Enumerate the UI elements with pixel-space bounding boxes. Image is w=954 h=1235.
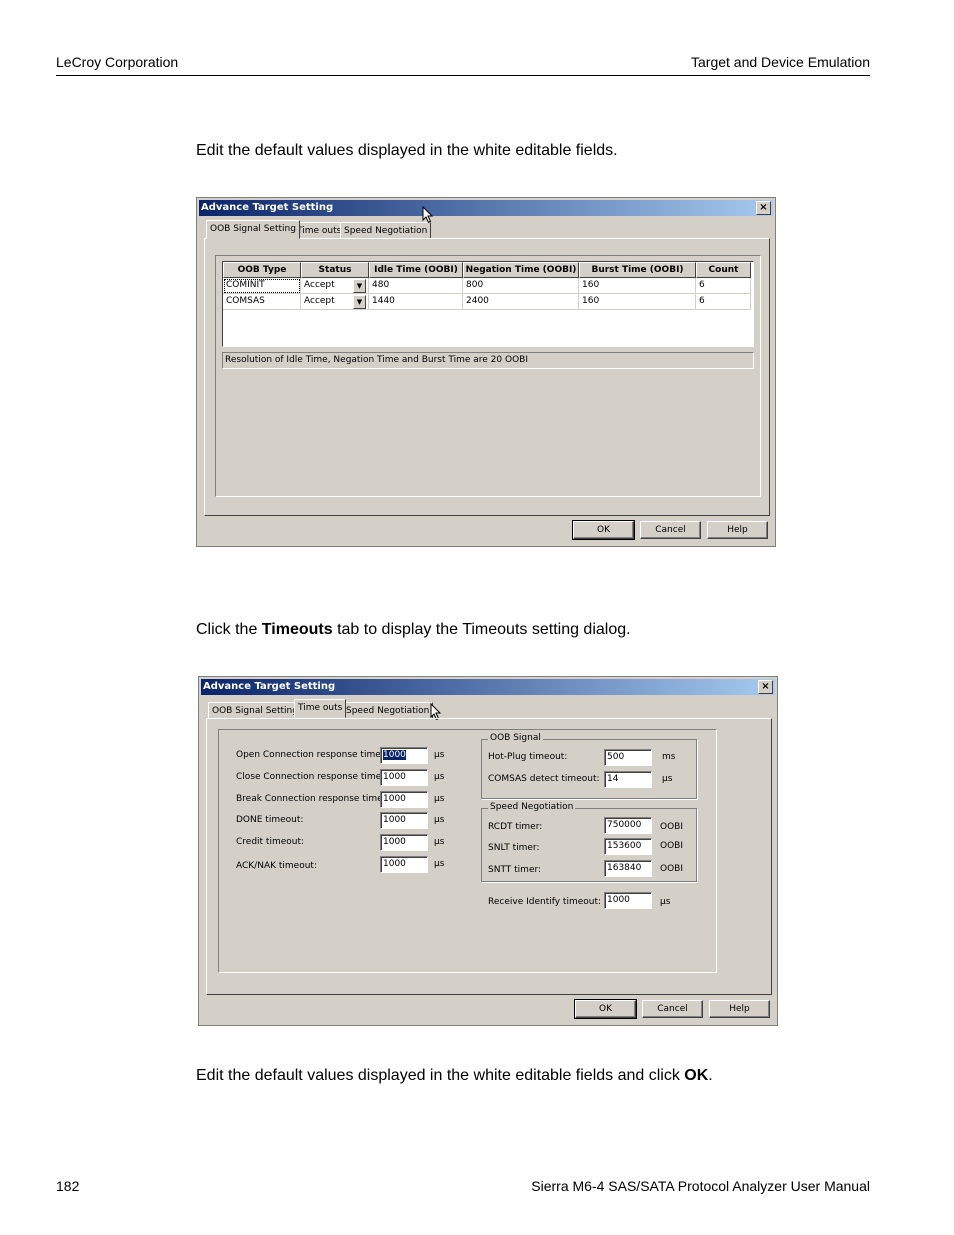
tab-time-outs[interactable]: Time outs [294, 699, 347, 718]
cell-count[interactable]: 6 [696, 278, 751, 294]
receive-identify-timeout-unit: µs [660, 897, 671, 907]
tab-panel: OOB Type Status Idle Time (OOBI) Negatio… [204, 238, 770, 516]
ack-nak-timeout-label: ACK/NAK timeout: [236, 861, 317, 871]
instruction-3-bold: OK [684, 1067, 709, 1084]
sntt-timer-input[interactable]: 163840 [604, 860, 652, 877]
col-idle-time[interactable]: Idle Time (OOBI) [369, 262, 463, 278]
dialog-title: Advance Target Setting [201, 202, 334, 213]
cell-count[interactable]: 6 [696, 294, 751, 310]
open-connection-timeout-value: 1000 [383, 750, 406, 760]
receive-identify-timeout-input[interactable]: 1000 [604, 892, 652, 909]
comsas-detect-timeout-input[interactable]: 14 [604, 771, 652, 788]
open-connection-timeout-input[interactable]: 1000 [380, 747, 428, 764]
instruction-3-pre: Edit the default values displayed in the… [196, 1067, 685, 1084]
header-section: Target and Device Emulation [691, 54, 870, 70]
dialog-oob-signal: Advance Target Setting × OOB Signal Sett… [196, 197, 776, 547]
instruction-2-bold: Timeouts [261, 621, 333, 638]
status-dropdown-icon[interactable]: ▼ [353, 279, 366, 293]
col-burst-time[interactable]: Burst Time (OOBI) [579, 262, 696, 278]
col-negation-time[interactable]: Negation Time (OOBI) [463, 262, 579, 278]
manual-title: Sierra M6-4 SAS/SATA Protocol Analyzer U… [531, 1178, 870, 1194]
cell-idle-time[interactable]: 1440 [369, 294, 463, 310]
cell-idle-time[interactable]: 480 [369, 278, 463, 294]
tab-speed-negotiation[interactable]: Speed Negotiation [342, 702, 434, 719]
help-button[interactable]: Help [707, 521, 768, 539]
panel-frame: OOB Type Status Idle Time (OOBI) Negatio… [215, 255, 761, 497]
rcdt-timer-label: RCDT timer: [488, 822, 543, 832]
cell-negation-time[interactable]: 800 [463, 278, 579, 294]
close-connection-unit: µs [434, 772, 445, 782]
ok-button[interactable]: OK [574, 999, 637, 1019]
instruction-2-post: tab to display the Timeouts setting dial… [332, 621, 631, 638]
header-rule [56, 75, 870, 76]
open-connection-unit: µs [434, 750, 445, 760]
cell-burst-time[interactable]: 160 [579, 294, 696, 310]
help-button[interactable]: Help [709, 1000, 770, 1018]
break-connection-label: Break Connection response timeout: [236, 794, 401, 804]
credit-timeout-input[interactable]: 1000 [380, 834, 428, 851]
instruction-2: Click the Timeouts tab to display the Ti… [196, 621, 631, 639]
dialog-title: Advance Target Setting [203, 681, 336, 692]
dialog-titlebar: Advance Target Setting × [201, 679, 775, 695]
instruction-3: Edit the default values displayed in the… [196, 1067, 713, 1085]
tab-oob-signal-setting[interactable]: OOB Signal Setting [206, 220, 300, 239]
break-connection-timeout-input[interactable]: 1000 [380, 791, 428, 808]
sntt-timer-label: SNTT timer: [488, 865, 542, 875]
rcdt-timer-unit: OOBI [660, 822, 683, 832]
col-status[interactable]: Status [301, 262, 369, 278]
comsas-detect-timeout-label: COMSAS detect timeout: [488, 774, 600, 784]
done-timeout-label: DONE timeout: [236, 815, 304, 825]
oob-grid: OOB Type Status Idle Time (OOBI) Negatio… [222, 261, 754, 347]
cell-burst-time[interactable]: 160 [579, 278, 696, 294]
status-dropdown-icon[interactable]: ▼ [353, 295, 366, 309]
receive-identify-timeout-label: Receive Identify timeout: [488, 897, 602, 907]
snlt-timer-unit: OOBI [660, 841, 683, 851]
break-connection-unit: µs [434, 794, 445, 804]
tab-speed-negotiation[interactable]: Speed Negotiation [340, 222, 432, 239]
mouse-pointer-icon [422, 206, 434, 224]
speed-negotiation-group-title: Speed Negotiation [488, 802, 576, 812]
resolution-note: Resolution of Idle Time, Negation Time a… [222, 352, 754, 369]
done-timeout-input[interactable]: 1000 [380, 812, 428, 829]
sntt-timer-unit: OOBI [660, 864, 683, 874]
ack-nak-timeout-input[interactable]: 1000 [380, 856, 428, 873]
rcdt-timer-input[interactable]: 750000 [604, 817, 652, 834]
cancel-button[interactable]: Cancel [642, 1000, 703, 1018]
close-connection-timeout-input[interactable]: 1000 [380, 769, 428, 786]
cell-negation-time[interactable]: 2400 [463, 294, 579, 310]
ack-nak-timeout-unit: µs [434, 859, 445, 869]
instruction-2-pre: Click the [196, 621, 262, 638]
page-number: 182 [56, 1178, 80, 1194]
tab-oob-signal-setting[interactable]: OOB Signal Setting [208, 702, 302, 719]
dialog-time-outs: Advance Target Setting × OOB Signal Sett… [198, 676, 778, 1026]
hot-plug-timeout-unit: ms [662, 752, 676, 762]
comsas-detect-timeout-unit: µs [662, 774, 673, 784]
credit-timeout-label: Credit timeout: [236, 837, 305, 847]
col-oob-type[interactable]: OOB Type [223, 262, 301, 278]
credit-timeout-unit: µs [434, 837, 445, 847]
open-connection-label: Open Connection response timeout: [236, 750, 399, 760]
snlt-timer-label: SNLT timer: [488, 843, 540, 853]
dialog-titlebar: Advance Target Setting × [199, 200, 773, 216]
ok-button[interactable]: OK [572, 520, 635, 540]
tab-time-outs[interactable]: Time outs [293, 222, 346, 239]
done-timeout-unit: µs [434, 815, 445, 825]
hot-plug-timeout-input[interactable]: 500 [604, 749, 652, 766]
oob-signal-group: OOB Signal [481, 733, 697, 799]
header-company: LeCroy Corporation [56, 54, 179, 70]
close-icon[interactable]: × [758, 680, 773, 694]
snlt-timer-input[interactable]: 153600 [604, 838, 652, 855]
oob-signal-group-title: OOB Signal [488, 733, 543, 743]
cell-oob-type[interactable]: COMSAS [223, 294, 301, 310]
close-icon[interactable]: × [756, 201, 771, 215]
hot-plug-timeout-label: Hot-Plug timeout: [488, 752, 568, 762]
instruction-1: Edit the default values displayed in the… [196, 142, 618, 159]
close-connection-label: Close Connection response timeout: [236, 772, 400, 782]
col-count[interactable]: Count [696, 262, 751, 278]
cancel-button[interactable]: Cancel [640, 521, 701, 539]
instruction-3-post: . [708, 1067, 713, 1084]
cell-oob-type[interactable]: COMINIT [223, 278, 301, 294]
